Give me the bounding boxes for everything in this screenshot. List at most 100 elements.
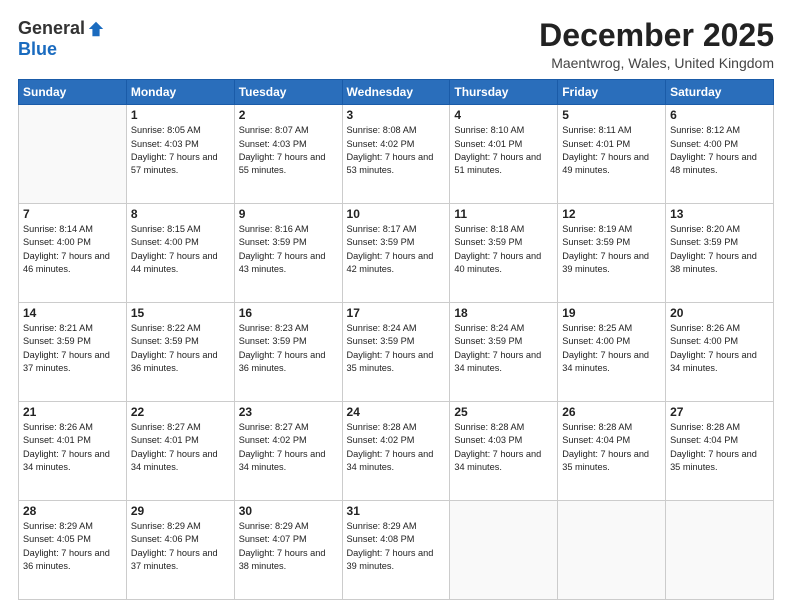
- calendar-cell: 23Sunrise: 8:27 AMSunset: 4:02 PMDayligh…: [234, 402, 342, 501]
- calendar-cell: 2Sunrise: 8:07 AMSunset: 4:03 PMDaylight…: [234, 105, 342, 204]
- calendar-cell: 4 Sunrise: 8:10 AMSunset: 4:01 PMDaylight…: [450, 105, 558, 204]
- calendar-cell: 9 Sunrise: 8:16 AMSunset: 3:59 PMDaylight…: [234, 204, 342, 303]
- calendar-cell: 14Sunrise: 8:21 AMSunset: 3:59 PMDayligh…: [19, 303, 127, 402]
- day-info: Sunrise: 8:23 AMSunset: 3:59 PMDaylight:…: [239, 322, 338, 375]
- day-header-tuesday: Tuesday: [234, 80, 342, 105]
- calendar-cell: 15Sunrise: 8:22 AMSunset: 3:59 PMDayligh…: [126, 303, 234, 402]
- day-info: Sunrise: 8:21 AMSunset: 3:59 PMDaylight:…: [23, 322, 122, 375]
- day-header-monday: Monday: [126, 80, 234, 105]
- calendar-cell: [450, 501, 558, 600]
- day-info: Sunrise: 8:28 AMSunset: 4:04 PMDaylight:…: [670, 421, 769, 474]
- calendar-week-row: 28Sunrise: 8:29 AMSunset: 4:05 PMDayligh…: [19, 501, 774, 600]
- calendar-cell: 11 Sunrise: 8:18 AMSunset: 3:59 PMDayligh…: [450, 204, 558, 303]
- day-info: Sunrise: 8:16 AMSunset: 3:59 PMDaylight:…: [239, 223, 338, 276]
- calendar-cell: 12Sunrise: 8:19 AMSunset: 3:59 PMDayligh…: [558, 204, 666, 303]
- header: General Blue December 2025 Maentwrog, Wa…: [18, 18, 774, 71]
- calendar-cell: 25 Sunrise: 8:28 AMSunset: 4:03 PMDayligh…: [450, 402, 558, 501]
- logo: General Blue: [18, 18, 105, 60]
- title-block: December 2025 Maentwrog, Wales, United K…: [539, 18, 774, 71]
- calendar-cell: 29 Sunrise: 8:29 AMSunset: 4:06 PMDayligh…: [126, 501, 234, 600]
- calendar-cell: 22 Sunrise: 8:27 AMSunset: 4:01 PMDayligh…: [126, 402, 234, 501]
- day-info: Sunrise: 8:12 AMSunset: 4:00 PMDaylight:…: [670, 124, 769, 177]
- calendar-cell: 5Sunrise: 8:11 AMSunset: 4:01 PMDaylight…: [558, 105, 666, 204]
- calendar-page: General Blue December 2025 Maentwrog, Wa…: [0, 0, 792, 612]
- day-number: 13: [670, 207, 769, 221]
- day-info: Sunrise: 8:18 AMSunset: 3:59 PMDaylight:…: [454, 223, 553, 276]
- calendar-week-row: 1Sunrise: 8:05 AMSunset: 4:03 PMDaylight…: [19, 105, 774, 204]
- calendar-cell: [558, 501, 666, 600]
- day-info: Sunrise: 8:14 AMSunset: 4:00 PMDaylight:…: [23, 223, 122, 276]
- day-number: 29: [131, 504, 230, 518]
- calendar-cell: 27 Sunrise: 8:28 AMSunset: 4:04 PMDayligh…: [666, 402, 774, 501]
- calendar-cell: 1Sunrise: 8:05 AMSunset: 4:03 PMDaylight…: [126, 105, 234, 204]
- day-number: 18: [454, 306, 553, 320]
- day-number: 26: [562, 405, 661, 419]
- logo-blue-text: Blue: [18, 39, 57, 60]
- day-info: Sunrise: 8:29 AMSunset: 4:08 PMDaylight:…: [347, 520, 446, 573]
- calendar-cell: 21 Sunrise: 8:26 AMSunset: 4:01 PMDayligh…: [19, 402, 127, 501]
- day-info: Sunrise: 8:29 AMSunset: 4:05 PMDaylight:…: [23, 520, 122, 573]
- calendar-cell: 19 Sunrise: 8:25 AMSunset: 4:00 PMDayligh…: [558, 303, 666, 402]
- day-number: 2: [239, 108, 338, 122]
- calendar-cell: [666, 501, 774, 600]
- day-number: 11: [454, 207, 553, 221]
- day-info: Sunrise: 8:05 AMSunset: 4:03 PMDaylight:…: [131, 124, 230, 177]
- calendar-cell: [19, 105, 127, 204]
- day-number: 27: [670, 405, 769, 419]
- day-number: 8: [131, 207, 230, 221]
- day-info: Sunrise: 8:29 AMSunset: 4:06 PMDaylight:…: [131, 520, 230, 573]
- day-number: 31: [347, 504, 446, 518]
- day-number: 17: [347, 306, 446, 320]
- day-info: Sunrise: 8:27 AMSunset: 4:02 PMDaylight:…: [239, 421, 338, 474]
- day-number: 15: [131, 306, 230, 320]
- day-number: 6: [670, 108, 769, 122]
- day-header-wednesday: Wednesday: [342, 80, 450, 105]
- day-info: Sunrise: 8:24 AMSunset: 3:59 PMDaylight:…: [347, 322, 446, 375]
- day-info: Sunrise: 8:25 AMSunset: 4:00 PMDaylight:…: [562, 322, 661, 375]
- calendar-cell: 8 Sunrise: 8:15 AMSunset: 4:00 PMDaylight…: [126, 204, 234, 303]
- calendar-week-row: 21 Sunrise: 8:26 AMSunset: 4:01 PMDayligh…: [19, 402, 774, 501]
- logo-icon: [87, 20, 105, 38]
- day-number: 19: [562, 306, 661, 320]
- month-title: December 2025: [539, 18, 774, 53]
- day-info: Sunrise: 8:20 AMSunset: 3:59 PMDaylight:…: [670, 223, 769, 276]
- day-header-thursday: Thursday: [450, 80, 558, 105]
- calendar-header-row: SundayMondayTuesdayWednesdayThursdayFrid…: [19, 80, 774, 105]
- calendar-cell: 16 Sunrise: 8:23 AMSunset: 3:59 PMDayligh…: [234, 303, 342, 402]
- day-number: 30: [239, 504, 338, 518]
- day-number: 10: [347, 207, 446, 221]
- day-info: Sunrise: 8:29 AMSunset: 4:07 PMDaylight:…: [239, 520, 338, 573]
- day-info: Sunrise: 8:10 AMSunset: 4:01 PMDaylight:…: [454, 124, 553, 177]
- calendar-week-row: 14Sunrise: 8:21 AMSunset: 3:59 PMDayligh…: [19, 303, 774, 402]
- day-number: 20: [670, 306, 769, 320]
- calendar-cell: 28Sunrise: 8:29 AMSunset: 4:05 PMDayligh…: [19, 501, 127, 600]
- day-info: Sunrise: 8:08 AMSunset: 4:02 PMDaylight:…: [347, 124, 446, 177]
- calendar-cell: 13 Sunrise: 8:20 AMSunset: 3:59 PMDayligh…: [666, 204, 774, 303]
- day-number: 4: [454, 108, 553, 122]
- day-number: 16: [239, 306, 338, 320]
- calendar-week-row: 7Sunrise: 8:14 AMSunset: 4:00 PMDaylight…: [19, 204, 774, 303]
- day-number: 21: [23, 405, 122, 419]
- day-number: 9: [239, 207, 338, 221]
- day-header-sunday: Sunday: [19, 80, 127, 105]
- calendar-cell: 6 Sunrise: 8:12 AMSunset: 4:00 PMDaylight…: [666, 105, 774, 204]
- day-info: Sunrise: 8:28 AMSunset: 4:02 PMDaylight:…: [347, 421, 446, 474]
- day-info: Sunrise: 8:24 AMSunset: 3:59 PMDaylight:…: [454, 322, 553, 375]
- day-number: 25: [454, 405, 553, 419]
- day-info: Sunrise: 8:28 AMSunset: 4:04 PMDaylight:…: [562, 421, 661, 474]
- calendar-cell: 3 Sunrise: 8:08 AMSunset: 4:02 PMDaylight…: [342, 105, 450, 204]
- day-header-saturday: Saturday: [666, 80, 774, 105]
- day-info: Sunrise: 8:27 AMSunset: 4:01 PMDaylight:…: [131, 421, 230, 474]
- day-number: 3: [347, 108, 446, 122]
- day-number: 22: [131, 405, 230, 419]
- day-number: 24: [347, 405, 446, 419]
- day-info: Sunrise: 8:15 AMSunset: 4:00 PMDaylight:…: [131, 223, 230, 276]
- logo-general-text: General: [18, 18, 85, 39]
- calendar-cell: 10Sunrise: 8:17 AMSunset: 3:59 PMDayligh…: [342, 204, 450, 303]
- calendar-cell: 31 Sunrise: 8:29 AMSunset: 4:08 PMDayligh…: [342, 501, 450, 600]
- day-info: Sunrise: 8:26 AMSunset: 4:01 PMDaylight:…: [23, 421, 122, 474]
- calendar-cell: 26 Sunrise: 8:28 AMSunset: 4:04 PMDayligh…: [558, 402, 666, 501]
- calendar-cell: 24 Sunrise: 8:28 AMSunset: 4:02 PMDayligh…: [342, 402, 450, 501]
- day-info: Sunrise: 8:28 AMSunset: 4:03 PMDaylight:…: [454, 421, 553, 474]
- calendar-cell: 30 Sunrise: 8:29 AMSunset: 4:07 PMDayligh…: [234, 501, 342, 600]
